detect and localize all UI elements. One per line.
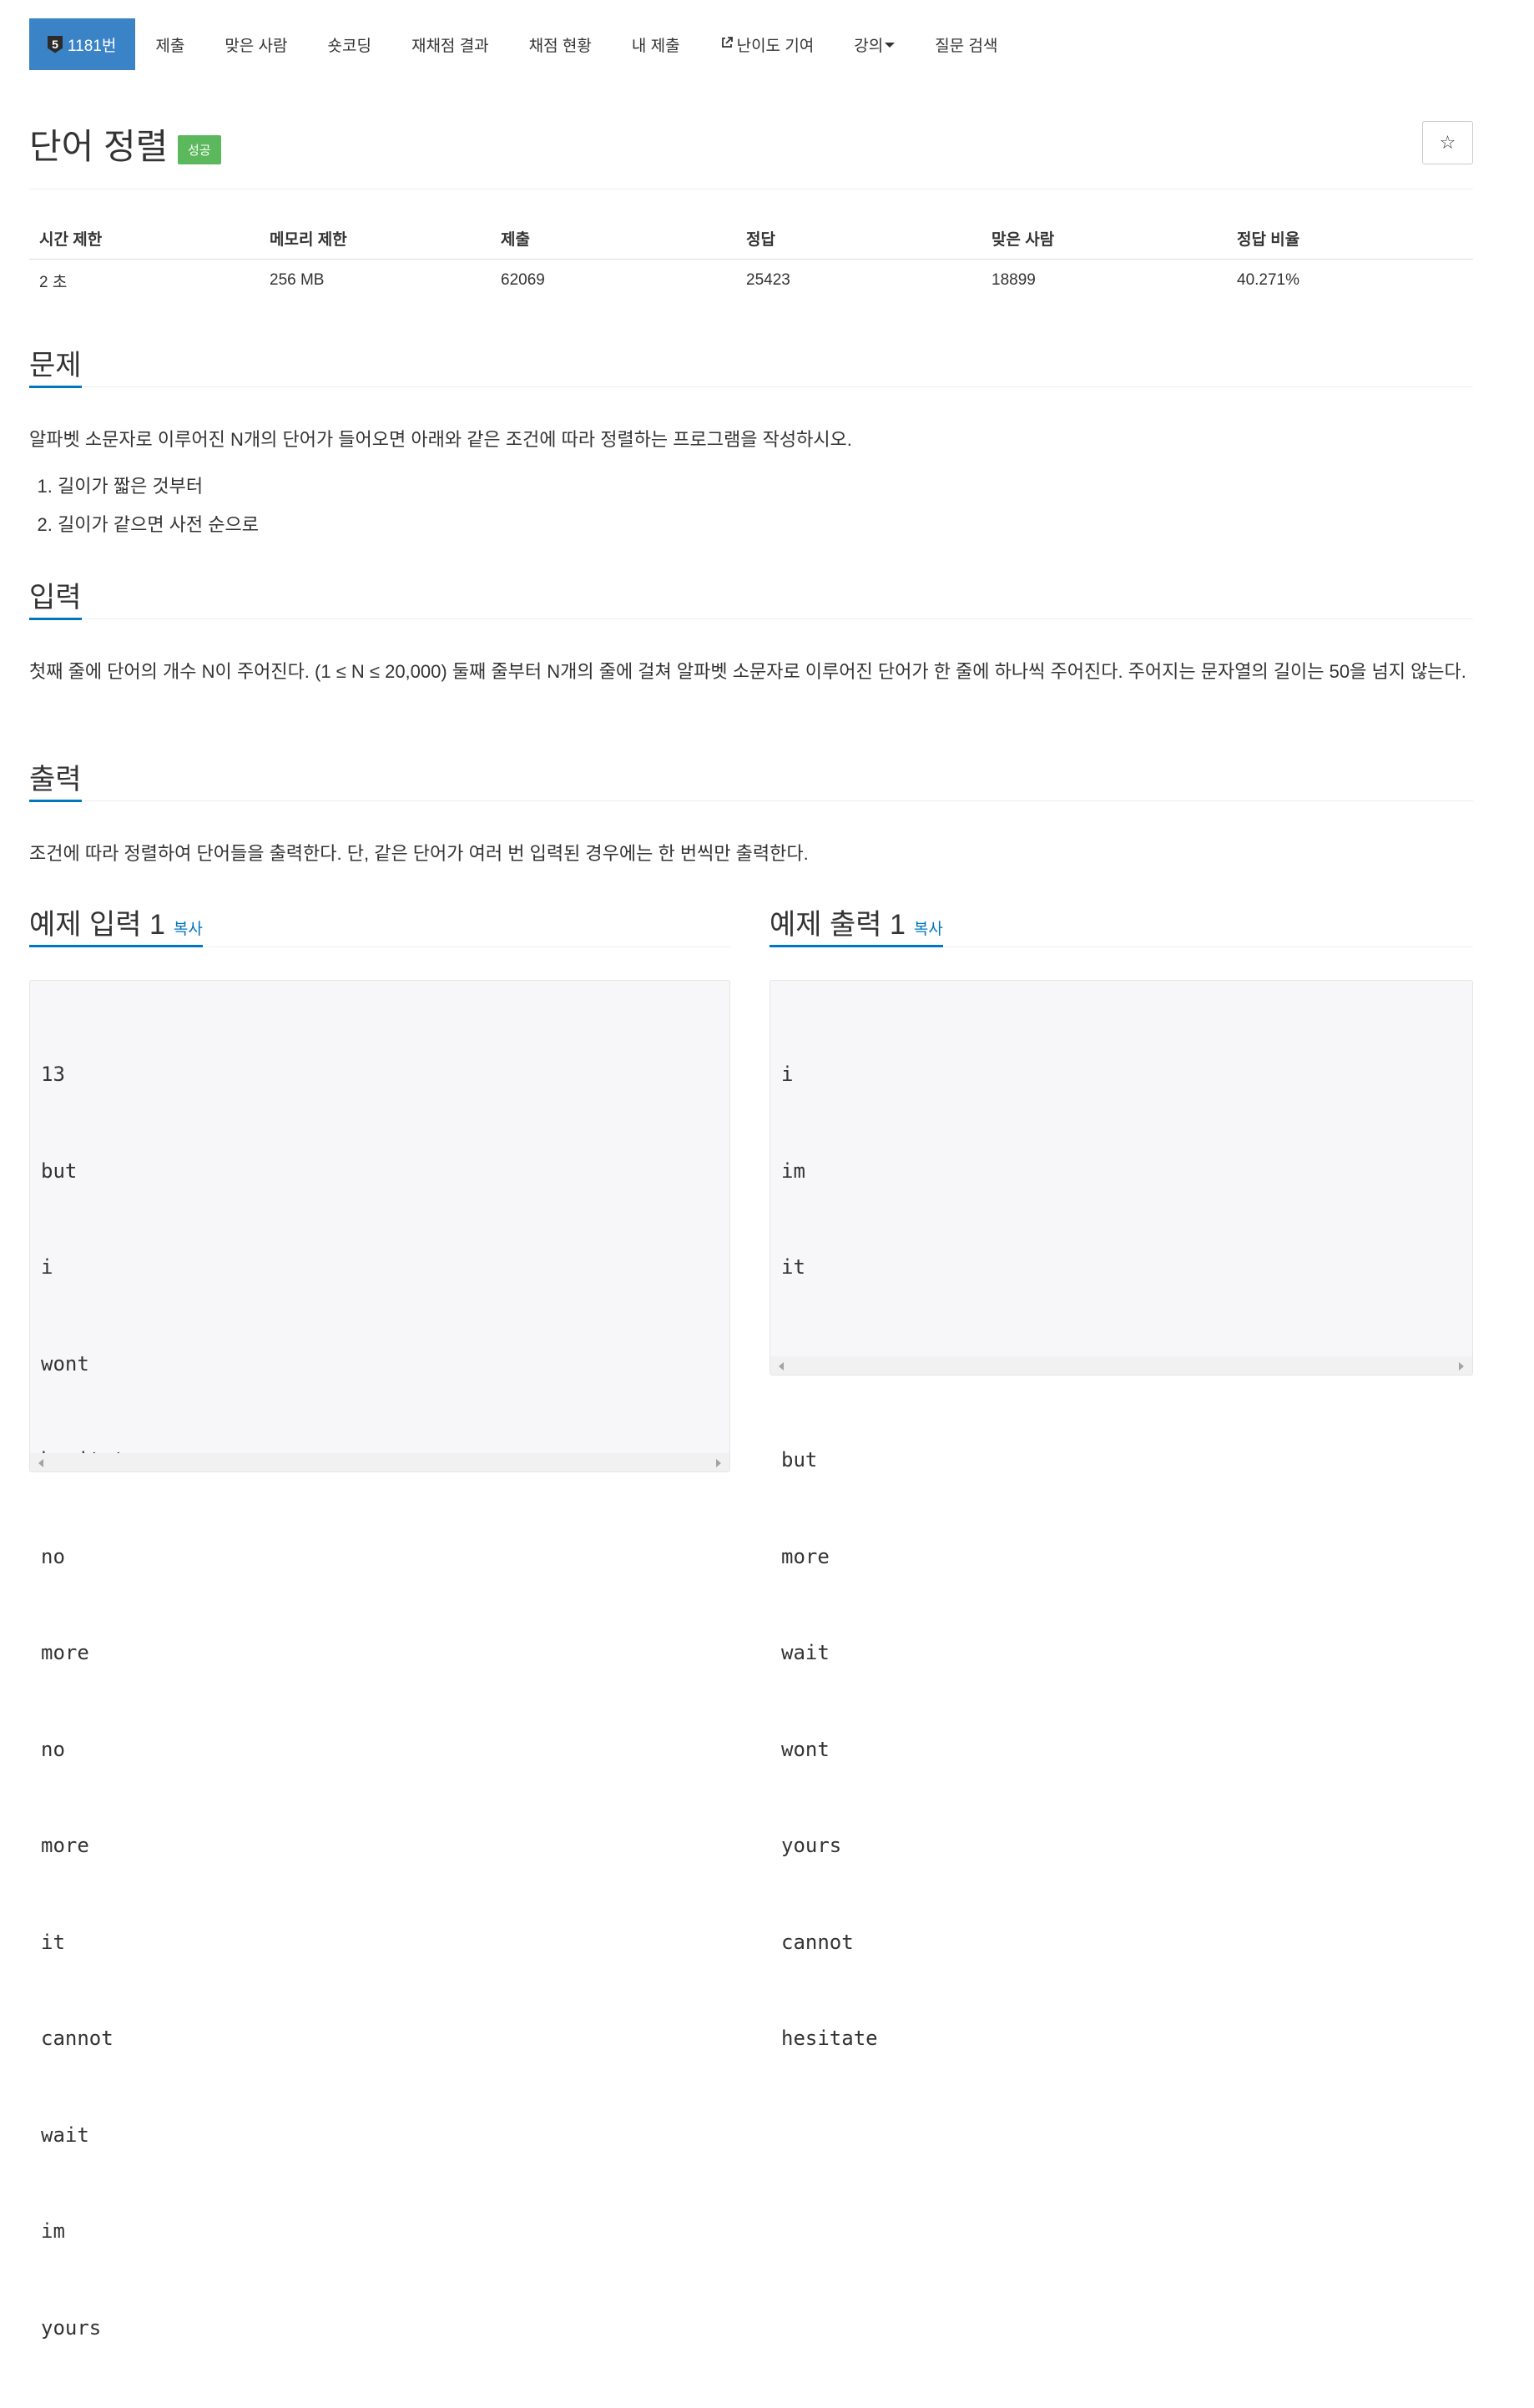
code-line: im <box>41 2219 65 2243</box>
output-text: 조건에 따라 정렬하여 단어들을 출력한다. 단, 같은 단어가 여러 번 입력… <box>29 843 809 864</box>
nav-my-submissions[interactable]: 내 제출 <box>612 33 700 56</box>
problem-info-table: 시간 제한 메모리 제한 제출 정답 맞은 사람 정답 비율 2 초 256 M… <box>29 219 1473 302</box>
problem-text: 알파벳 소문자로 이루어진 N개의 단어가 들어오면 아래와 같은 조건에 따라… <box>29 429 852 450</box>
section-header: 입력 <box>29 574 1473 620</box>
code-line: hesitate <box>781 2027 878 2050</box>
nav-problem-number: 1181번 <box>68 37 117 55</box>
code-line: i <box>781 1063 794 1086</box>
code-line: wait <box>41 2123 89 2147</box>
nav-rejudge-results[interactable]: 재채점 결과 <box>391 33 509 56</box>
memory-limit-value: 256 MB <box>270 271 325 290</box>
status-badge: 성공 <box>178 135 221 164</box>
code-line: but <box>41 1159 78 1183</box>
code-line: no <box>41 1544 65 1568</box>
accept-ratio-value: 40.271% <box>1237 271 1300 290</box>
sort-rules-list: 길이가 짧은 것부터 길이가 같으면 사전 순으로 <box>29 467 1473 544</box>
accepted-value: 25423 <box>746 271 790 290</box>
copy-output-link[interactable]: 복사 <box>914 921 943 938</box>
section-header: 예제 출력 1 복사 <box>770 901 1473 947</box>
header-memory-limit: 메모리 제한 <box>260 219 491 260</box>
sample-input-heading: 예제 입력 1 <box>29 909 165 941</box>
header-submissions: 제출 <box>491 219 736 260</box>
scroll-right-icon[interactable] <box>716 1459 721 1467</box>
code-line: im <box>781 1159 805 1183</box>
code-line: cannot <box>41 2027 114 2050</box>
code-line: yours <box>781 1834 842 1857</box>
code-line: wont <box>41 1351 89 1376</box>
time-limit-value: 2 초 <box>39 273 68 291</box>
submissions-value: 62069 <box>501 271 545 290</box>
code-line: yours <box>41 2315 102 2340</box>
input-section: 입력 첫째 줄에 단어의 개수 N이 주어진다. (1 ≤ N ≤ 20,000… <box>29 574 1473 691</box>
nav-accepted-users[interactable]: 맞은 사람 <box>204 33 307 56</box>
code-line: wait <box>781 1641 830 1664</box>
table-row: 2 초 256 MB 62069 25423 18899 40.271% <box>29 259 1473 302</box>
sample-output-heading: 예제 출력 1 <box>770 909 906 941</box>
section-header: 문제 <box>29 342 1473 388</box>
code-line: 13 <box>41 1063 65 1086</box>
nav-short-coding[interactable]: 숏코딩 <box>308 33 391 56</box>
problem-description-section: 문제 알파벳 소문자로 이루어진 N개의 단어가 들어오면 아래와 같은 조건에… <box>29 342 1473 544</box>
code-line: more <box>41 1641 89 1664</box>
sample-output-section: 예제 출력 1 복사 <box>770 901 1473 947</box>
code-line: i <box>41 1255 53 1279</box>
section-header: 예제 입력 1 복사 <box>29 901 730 947</box>
header-accept-ratio: 정답 비율 <box>1227 219 1473 260</box>
nav-problem-tab[interactable]: 5 1181번 <box>29 18 136 70</box>
scroll-right-icon[interactable] <box>1459 1362 1464 1371</box>
external-link-icon <box>720 36 734 53</box>
solvers-value: 18899 <box>992 271 1036 290</box>
sample-input-box[interactable]: 13 but i wont hesitate no more no more i… <box>29 980 730 2340</box>
problem-title: 단어 정렬 <box>29 127 169 166</box>
code-line: no <box>41 1737 65 1761</box>
code-line: it <box>41 1930 65 1954</box>
list-item: 길이가 같으면 사전 순으로 <box>58 506 1473 544</box>
nav-judge-status[interactable]: 채점 현황 <box>509 33 612 56</box>
code-line: but <box>781 1448 818 1472</box>
header-solvers: 맞은 사람 <box>981 219 1227 260</box>
nav-lecture-label: 강의 <box>854 37 884 55</box>
horizontal-scrollbar[interactable] <box>770 1356 1472 1375</box>
horizontal-scrollbar[interactable] <box>30 1453 729 1472</box>
nav-question-search[interactable]: 질문 검색 <box>915 33 1017 56</box>
scroll-left-icon[interactable] <box>779 1362 784 1371</box>
tier-badge-icon: 5 <box>48 35 63 53</box>
code-line: it <box>781 1255 805 1279</box>
header-accepted: 정답 <box>736 219 981 260</box>
nav-difficulty-contribution[interactable]: 난이도 기여 <box>700 33 835 56</box>
sample-output-title: 예제 출력 1 복사 <box>770 901 943 947</box>
section-header: 출력 <box>29 756 1473 802</box>
nav-lecture-dropdown[interactable]: 강의 <box>834 33 915 56</box>
section-title-problem: 문제 <box>29 342 82 388</box>
caret-down-icon <box>885 43 896 48</box>
section-title-output: 출력 <box>29 756 82 802</box>
input-text: 첫째 줄에 단어의 개수 N이 주어진다. (1 ≤ N ≤ 20,000) 둘… <box>29 661 1466 682</box>
star-icon: ☆ <box>1439 132 1456 153</box>
code-line: more <box>41 1834 89 1857</box>
copy-input-link[interactable]: 복사 <box>174 921 203 938</box>
problem-nav: 5 1181번 제출 맞은 사람 숏코딩 재채점 결과 채점 현황 내 제출 난… <box>29 18 1017 70</box>
table-header-row: 시간 제한 메모리 제한 제출 정답 맞은 사람 정답 비율 <box>29 219 1473 260</box>
problem-title-row: 단어 정렬 성공 ☆ <box>29 119 1473 189</box>
sample-input-title: 예제 입력 1 복사 <box>29 901 203 947</box>
sample-output-box[interactable]: i im it no but more wait wont yours cann… <box>770 980 1473 2050</box>
code-line: wont <box>781 1737 830 1761</box>
header-time-limit: 시간 제한 <box>29 219 260 260</box>
favorite-star-button[interactable]: ☆ <box>1422 121 1473 164</box>
scroll-left-icon[interactable] <box>38 1459 43 1467</box>
output-section: 출력 조건에 따라 정렬하여 단어들을 출력한다. 단, 같은 단어가 여러 번… <box>29 756 1473 873</box>
sample-input-section: 예제 입력 1 복사 <box>29 901 730 947</box>
sample-input-lines: 13 but i wont hesitate no more no more i… <box>30 981 729 2408</box>
nav-difficulty-label: 난이도 기여 <box>736 37 815 55</box>
list-item: 길이가 짧은 것부터 <box>58 467 1473 506</box>
code-line: cannot <box>781 1930 854 1954</box>
nav-submit[interactable]: 제출 <box>135 33 204 56</box>
section-title-input: 입력 <box>29 574 82 620</box>
sample-output-lines: i im it no but more wait wont yours cann… <box>770 981 1472 2119</box>
code-line: more <box>781 1544 830 1568</box>
